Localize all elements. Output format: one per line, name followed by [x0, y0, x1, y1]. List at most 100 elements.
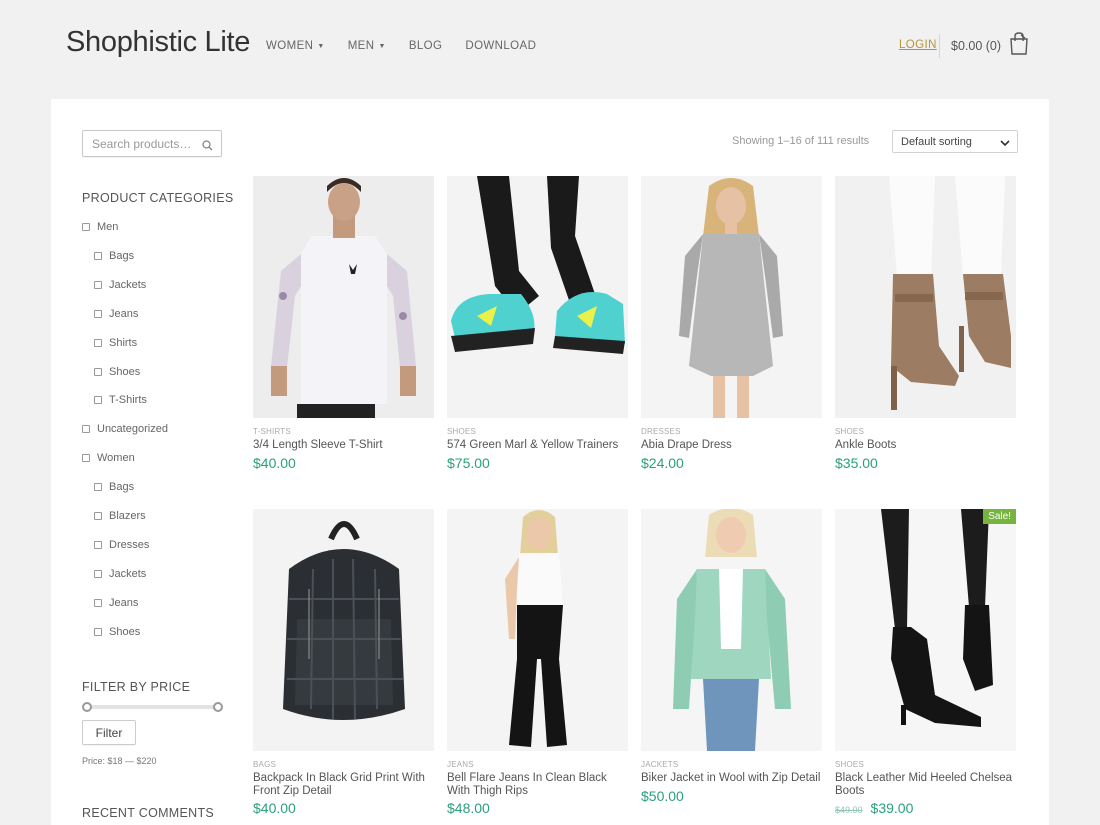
category-item[interactable]: Bags [94, 481, 134, 493]
category-item[interactable]: Shirts [94, 337, 137, 349]
category-label: Blazers [109, 510, 146, 522]
category-item[interactable]: Women [82, 452, 135, 464]
product-name[interactable]: Backpack In Black Grid Print With Front … [253, 772, 434, 797]
nav-item-blog[interactable]: BLOG [409, 40, 443, 52]
checkbox-icon[interactable] [94, 483, 102, 491]
category-label: Shoes [109, 626, 141, 638]
category-item[interactable]: Uncategorized [82, 423, 168, 435]
checkbox-icon[interactable] [94, 512, 102, 520]
nav-item-download[interactable]: DOWNLOAD [465, 40, 536, 52]
product-price: $35.00 [835, 454, 878, 471]
category-item[interactable]: Men [82, 221, 118, 233]
product-card[interactable]: BAGS Backpack In Black Grid Print With F… [253, 509, 434, 816]
product-price: $50.00 [641, 787, 684, 804]
product-category[interactable]: JEANS [447, 760, 628, 769]
product-image-ankle-boots[interactable] [835, 176, 1016, 418]
product-image-dress[interactable] [641, 176, 822, 418]
product-name[interactable]: Bell Flare Jeans In Clean Black With Thi… [447, 772, 628, 797]
category-item[interactable]: Shoes [94, 366, 140, 378]
main-nav: WOMEN ▼ MEN ▼ BLOG DOWNLOAD [266, 40, 536, 52]
checkbox-icon[interactable] [94, 396, 102, 404]
checkbox-icon[interactable] [82, 454, 90, 462]
product-name[interactable]: Abia Drape Dress [641, 439, 822, 452]
checkbox-icon[interactable] [82, 425, 90, 433]
category-label: Shoes [109, 366, 141, 378]
product-image-tshirt[interactable] [253, 176, 434, 418]
product-name[interactable]: 3/4 Length Sleeve T-Shirt [253, 439, 434, 452]
nav-item-men[interactable]: MEN ▼ [348, 40, 386, 52]
sort-select[interactable]: Default sorting [892, 130, 1018, 153]
product-price: $49.00 $39.00 [835, 800, 914, 816]
product-category[interactable]: BAGS [253, 760, 434, 769]
category-item[interactable]: Bags [94, 250, 134, 262]
category-item[interactable]: Jeans [94, 597, 138, 609]
category-label: Bags [109, 250, 135, 262]
site-logo[interactable]: Shophistic Lite [66, 26, 250, 59]
category-item[interactable]: Dresses [94, 539, 149, 551]
product-category[interactable]: SHOES [447, 427, 628, 436]
checkbox-icon[interactable] [94, 599, 102, 607]
product-name[interactable]: Ankle Boots [835, 439, 1016, 452]
price-slider[interactable] [82, 701, 223, 713]
product-category[interactable]: SHOES [835, 427, 1016, 436]
shopping-bag-icon[interactable] [1009, 32, 1029, 61]
product-category[interactable]: DRESSES [641, 427, 822, 436]
category-label: Uncategorized [97, 423, 168, 435]
slider-max-handle[interactable] [213, 702, 223, 712]
category-item[interactable]: Jeans [94, 308, 138, 320]
product-price: $48.00 [447, 800, 490, 816]
product-category[interactable]: JACKETS [641, 760, 822, 769]
checkbox-icon[interactable] [94, 570, 102, 578]
category-item[interactable]: Jackets [94, 568, 146, 580]
checkbox-icon[interactable] [94, 628, 102, 636]
nav-item-women[interactable]: WOMEN ▼ [266, 40, 325, 52]
category-item[interactable]: T-Shirts [94, 394, 147, 406]
product-image-backpack[interactable] [253, 509, 434, 751]
shop-panel: PRODUCT CATEGORIES Men Bags Jackets Jeans Sh… [51, 99, 1049, 825]
product-name[interactable]: Black Leather Mid Heeled Chelsea Boots [835, 772, 1016, 797]
product-card[interactable]: SHOES Ankle Boots $35.00 [835, 176, 1016, 471]
product-card[interactable]: JACKETS Biker Jacket in Wool with Zip De… [641, 509, 822, 804]
category-item[interactable]: Blazers [94, 510, 146, 522]
slider-min-handle[interactable] [82, 702, 92, 712]
sale-badge: Sale! [983, 509, 1016, 524]
category-item[interactable]: Shoes [94, 626, 140, 638]
checkbox-icon[interactable] [94, 310, 102, 318]
product-category[interactable]: SHOES [835, 760, 1016, 769]
product-image-flare-jeans[interactable] [447, 509, 628, 751]
chevron-down-icon [1000, 138, 1010, 150]
filter-title: FILTER BY PRICE [82, 680, 191, 694]
product-price: $75.00 [447, 454, 490, 471]
checkbox-icon[interactable] [94, 541, 102, 549]
product-card[interactable]: Sale! SHOES Black Leather Mid Heeled Che… [835, 509, 1016, 816]
product-card[interactable]: DRESSES Abia Drape Dress $24.00 [641, 176, 822, 471]
checkbox-icon[interactable] [82, 223, 90, 231]
checkbox-icon[interactable] [94, 368, 102, 376]
login-link[interactable]: LOGIN [899, 39, 937, 51]
site-header: Shophistic Lite WOMEN ▼ MEN ▼ BLOG DOWNLOA… [0, 0, 1100, 98]
product-card[interactable]: T-SHIRTS 3/4 Length Sleeve T-Shirt $40.0… [253, 176, 434, 471]
categories-title: PRODUCT CATEGORIES [82, 191, 234, 205]
product-card[interactable]: JEANS Bell Flare Jeans In Clean Black Wi… [447, 509, 628, 816]
product-search[interactable] [82, 130, 222, 157]
checkbox-icon[interactable] [94, 339, 102, 347]
category-label: Jackets [109, 568, 147, 580]
product-price: $40.00 [253, 800, 296, 816]
product-category[interactable]: T-SHIRTS [253, 427, 434, 436]
product-card[interactable]: SHOES 574 Green Marl & Yellow Trainers $… [447, 176, 628, 471]
product-image-biker-jacket[interactable] [641, 509, 822, 751]
old-price: $49.00 [835, 805, 863, 815]
checkbox-icon[interactable] [94, 281, 102, 289]
checkbox-icon[interactable] [94, 252, 102, 260]
search-input[interactable] [83, 136, 193, 151]
product-name[interactable]: 574 Green Marl & Yellow Trainers [447, 439, 628, 452]
cart-total[interactable]: $0.00 (0) [951, 39, 1001, 53]
category-label: Bags [109, 481, 135, 493]
product-name[interactable]: Biker Jacket in Wool with Zip Detail [641, 772, 822, 785]
search-icon[interactable] [202, 138, 213, 156]
category-item[interactable]: Jackets [94, 279, 146, 291]
product-image-chelsea-boots[interactable]: Sale! [835, 509, 1016, 751]
product-image-trainers[interactable] [447, 176, 628, 418]
filter-button[interactable]: Filter [82, 720, 136, 745]
price-range-label: Price: $18 — $220 [82, 756, 157, 766]
